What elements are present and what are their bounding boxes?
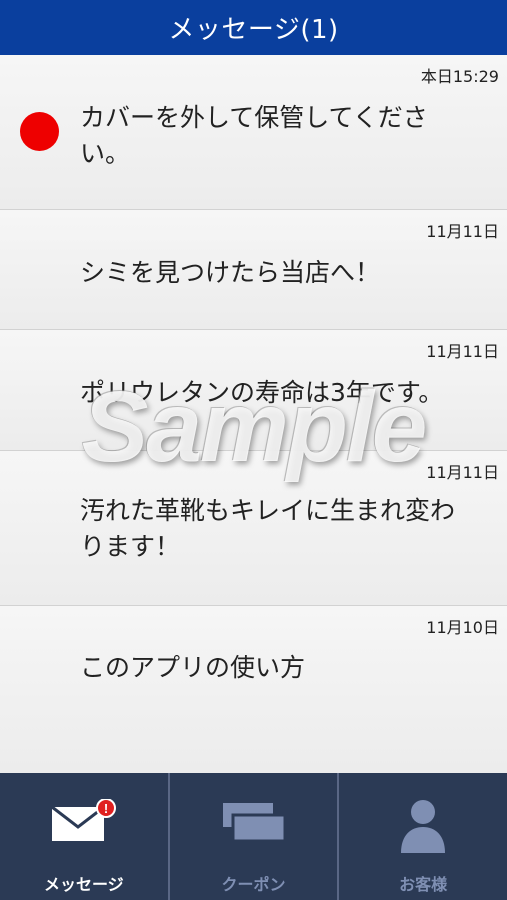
unread-indicator	[20, 112, 59, 151]
message-date: 11月10日	[426, 618, 499, 637]
message-title: このアプリの使い方	[80, 653, 306, 682]
page-title: メッセージ(1)	[0, 0, 507, 55]
message-title: カバーを外して保管してください。	[80, 103, 428, 168]
message-item[interactable]: 11月10日 このアプリの使い方	[0, 606, 507, 773]
tab-label: メッセージ	[43, 875, 124, 894]
message-date: 11月11日	[426, 463, 499, 482]
message-title: 汚れた革靴もキレイに生まれ変わります！	[80, 496, 456, 561]
tab-messages[interactable]: ! メッセージ	[0, 773, 170, 900]
message-item[interactable]: 本日15:29 カバーを外して保管してください。	[0, 55, 507, 210]
envelope-icon: !	[48, 798, 120, 849]
tab-label: お客様	[399, 875, 448, 894]
message-date: 本日15:29	[420, 67, 499, 86]
page-title-text: メッセージ(1)	[168, 15, 339, 45]
message-date: 11月11日	[426, 342, 499, 361]
person-icon	[398, 799, 448, 859]
notification-badge: !	[104, 801, 108, 816]
tab-label: クーポン	[221, 875, 286, 894]
message-title: ポリウレタンの寿命は3年です。	[80, 378, 444, 407]
message-item[interactable]: 11月11日 シミを見つけたら当店へ！	[0, 210, 507, 330]
tab-bar: ! メッセージ クーポン お客様	[0, 773, 507, 900]
message-date: 11月11日	[426, 222, 499, 241]
tab-customer[interactable]: お客様	[339, 773, 507, 900]
message-title: シミを見つけたら当店へ！	[80, 258, 381, 287]
message-list: 本日15:29 カバーを外して保管してください。 11月11日 シミを見つけたら…	[0, 55, 507, 773]
coupon-icon	[219, 799, 289, 853]
message-item[interactable]: 11月11日 ポリウレタンの寿命は3年です。	[0, 330, 507, 451]
tab-coupons[interactable]: クーポン	[170, 773, 340, 900]
message-item[interactable]: 11月11日 汚れた革靴もキレイに生まれ変わります！	[0, 451, 507, 606]
